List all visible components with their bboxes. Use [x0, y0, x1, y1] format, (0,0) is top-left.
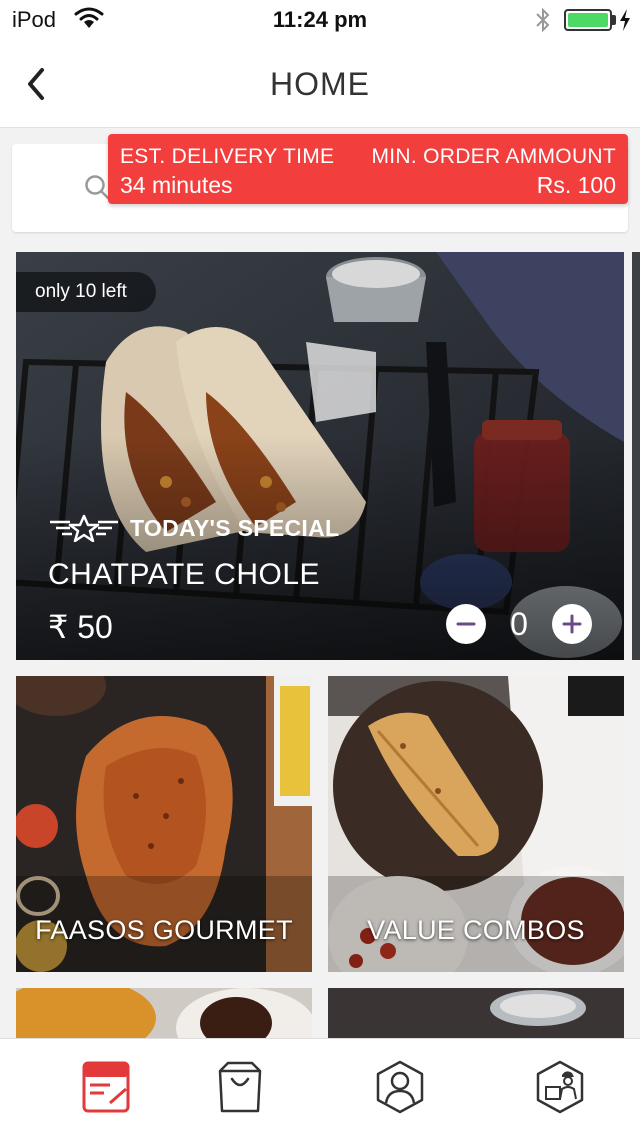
dish-name: CHATPATE CHOLE [48, 558, 321, 591]
next-card-peek[interactable] [632, 252, 640, 660]
bluetooth-icon [536, 7, 550, 33]
menu-card-icon [82, 1061, 130, 1113]
tab-bar [0, 1038, 640, 1136]
page-title: HOME [270, 66, 370, 102]
delivery-time-value: 34 minutes [120, 172, 233, 198]
delivery-info-card: EST. DELIVERY TIME 34 minutes MIN. ORDER… [108, 134, 628, 204]
tab-profile[interactable] [320, 1039, 480, 1136]
todays-special-label: TODAY'S SPECIAL [130, 515, 340, 541]
star-icon [50, 514, 118, 542]
quantity-value: 0 [510, 606, 528, 642]
status-bar: iPod 11:24 pm [0, 0, 640, 40]
delivery-time-label: EST. DELIVERY TIME [120, 145, 335, 168]
shopping-bag-icon [218, 1061, 262, 1113]
category-tile-faasos-gourmet[interactable]: FAASOS GOURMET [16, 676, 312, 972]
min-order-value: Rs. 100 [536, 172, 616, 198]
bowl-dish-image [328, 988, 624, 1038]
decrease-quantity-button[interactable] [446, 604, 486, 644]
battery-tip [612, 15, 616, 25]
special-dish-image [16, 252, 624, 660]
category-tile-partial[interactable] [328, 988, 624, 1038]
increase-quantity-button[interactable] [552, 604, 592, 644]
rice-dish-image [16, 988, 312, 1038]
dish-price: ₹ 50 [48, 609, 113, 645]
minus-icon [456, 622, 476, 626]
tab-delivery[interactable] [480, 1039, 640, 1136]
plus-icon [562, 614, 582, 634]
nav-bar: HOME [0, 40, 640, 128]
tab-cart[interactable] [160, 1039, 320, 1136]
stock-badge: only 10 left [16, 272, 156, 312]
category-label: FAASOS GOURMET [35, 915, 293, 945]
category-tile-value-combos[interactable]: VALUE COMBOS [328, 676, 624, 972]
delivery-person-icon [536, 1060, 584, 1114]
charging-icon [620, 9, 630, 31]
battery-level [568, 13, 608, 27]
profile-icon [376, 1060, 424, 1114]
todays-special-card[interactable]: only 10 left TODAY'S SPECIAL CHATPATE CH… [16, 252, 624, 660]
min-order-label: MIN. ORDER AMMOUNT [371, 145, 616, 168]
category-label: VALUE COMBOS [367, 915, 585, 945]
battery-icon [564, 9, 612, 31]
category-tile-partial[interactable] [16, 988, 312, 1038]
